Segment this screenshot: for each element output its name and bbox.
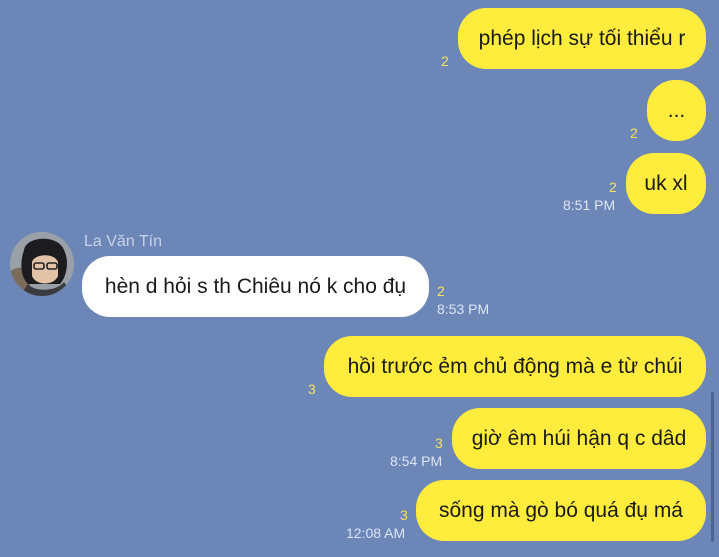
message-bubble-outgoing[interactable]: giờ êm húi hận q c dâd [452, 408, 706, 469]
read-count: 2 [437, 283, 445, 299]
message-bubble-outgoing[interactable]: phép lịch sự tối thiểu r [458, 8, 706, 69]
message-text: hèn d hỏi s th Chiêu nó k cho đụ [104, 274, 407, 298]
user-avatar-icon [10, 232, 74, 296]
message-bubble-outgoing[interactable]: uk xl [626, 153, 706, 214]
contact-avatar[interactable] [10, 232, 74, 296]
message-timestamp: 8:53 PM [437, 301, 490, 317]
message-timestamp: 12:08 AM [346, 525, 406, 541]
message-bubble-outgoing[interactable]: sống mà gò bó quá đụ má [416, 480, 706, 541]
message-bubble-outgoing[interactable]: hồi trước ẻm chủ động mà e từ chúi [324, 336, 706, 397]
message-text: giờ êm húi hận q c dâd [471, 426, 687, 450]
message-bubble-incoming[interactable]: hèn d hỏi s th Chiêu nó k cho đụ [82, 256, 429, 317]
chat-scrollbar[interactable] [711, 392, 714, 542]
message-text: phép lịch sự tối thiểu r [478, 26, 686, 50]
read-count: 2 [609, 179, 617, 195]
sender-name: La Văn Tín [84, 233, 162, 250]
message-text: sống mà gò bó quá đụ má [438, 498, 683, 522]
message-text: uk xl [644, 171, 688, 195]
message-timestamp: 8:54 PM [390, 453, 443, 469]
read-count: 2 [441, 53, 449, 69]
read-count: 2 [630, 125, 638, 141]
message-text: ... [667, 98, 686, 122]
message-timestamp: 8:51 PM [563, 197, 616, 213]
read-count: 3 [400, 507, 408, 523]
message-text: hồi trước ẻm chủ động mà e từ chúi [347, 354, 683, 378]
message-bubble-outgoing[interactable]: ... [647, 80, 706, 141]
read-count: 3 [435, 435, 443, 451]
read-count: 3 [308, 381, 316, 397]
